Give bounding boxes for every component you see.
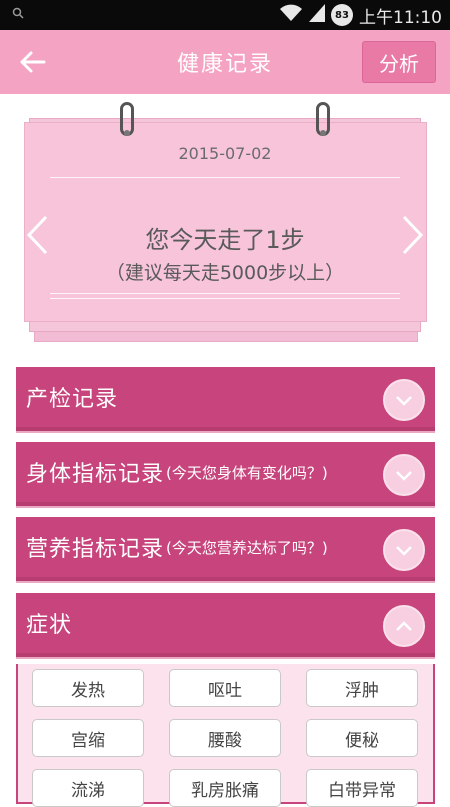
chevron-down-icon[interactable] xyxy=(383,529,425,571)
symptom-chip[interactable]: 宫缩 xyxy=(32,719,144,757)
section-title: 身体指标记录 xyxy=(26,462,165,487)
search-icon xyxy=(12,7,24,23)
section-hint: (今天您营养达标了吗？) xyxy=(166,538,328,557)
calendar-date: 2015-07-02 xyxy=(178,144,272,163)
battery-icon: 83 xyxy=(331,4,353,26)
chevron-down-icon[interactable] xyxy=(383,379,425,421)
steps-text: 您今天走了1步 xyxy=(145,226,305,254)
divider xyxy=(50,293,400,294)
section-title: 产检记录 xyxy=(26,387,119,412)
chevron-right-icon[interactable] xyxy=(400,214,426,256)
divider xyxy=(50,177,400,178)
page-title: 健康记录 xyxy=(176,52,273,77)
section-symptoms[interactable]: 症状 xyxy=(16,593,435,657)
analyze-button[interactable]: 分析 xyxy=(362,41,436,83)
section-title: 症状 xyxy=(26,613,73,638)
symptom-chip[interactable]: 白带异常 xyxy=(306,769,418,807)
section-prenatal-records[interactable]: 产检记录 xyxy=(16,367,435,431)
wifi-icon xyxy=(279,4,303,27)
symptom-chip[interactable]: 乳房胀痛 xyxy=(169,769,281,807)
status-bar: 83 上午11:10 xyxy=(0,0,450,30)
chevron-up-icon[interactable] xyxy=(383,605,425,647)
signal-icon xyxy=(309,3,325,27)
symptom-chip[interactable]: 呕吐 xyxy=(169,669,281,707)
symptom-chip[interactable]: 便秘 xyxy=(306,719,418,757)
symptom-chip[interactable]: 发热 xyxy=(32,669,144,707)
symptom-chip[interactable]: 腰酸 xyxy=(169,719,281,757)
chevron-down-icon[interactable] xyxy=(383,454,425,496)
divider xyxy=(50,298,400,299)
advice-text: （建议每天走5000步以上） xyxy=(105,262,345,284)
symptom-chip[interactable]: 流涕 xyxy=(32,769,144,807)
binder-ring-icon xyxy=(316,102,330,136)
section-hint: (今天您身体有变化吗？) xyxy=(166,463,328,482)
back-arrow-icon[interactable] xyxy=(14,44,50,80)
binder-ring-icon xyxy=(120,102,134,136)
section-nutrition-indicators[interactable]: 营养指标记录 (今天您营养达标了吗？) xyxy=(16,517,435,581)
status-time: 上午11:10 xyxy=(359,7,442,28)
section-body-indicators[interactable]: 身体指标记录 (今天您身体有变化吗？) xyxy=(16,442,435,506)
section-title: 营养指标记录 xyxy=(26,537,165,562)
app-header: 健康记录 分析 xyxy=(0,30,450,94)
chevron-left-icon[interactable] xyxy=(24,214,50,256)
symptom-chip[interactable]: 浮肿 xyxy=(306,669,418,707)
